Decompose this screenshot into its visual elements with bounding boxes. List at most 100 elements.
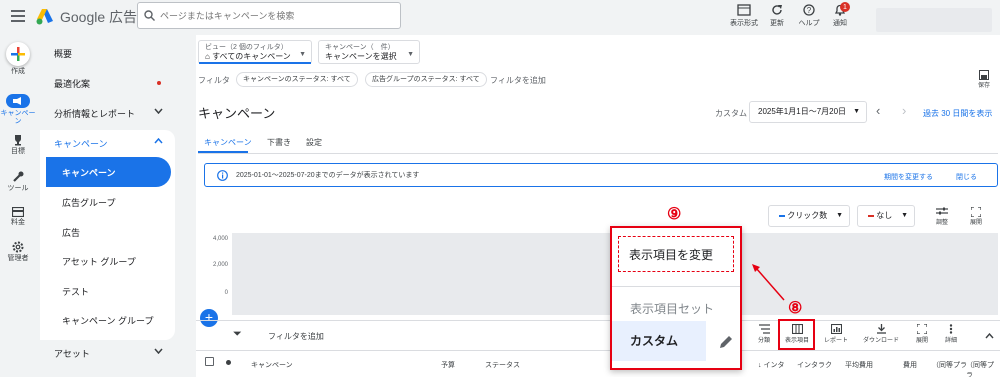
- nav-experiments-label: テスト: [62, 286, 90, 297]
- select-all-checkbox[interactable]: [205, 357, 214, 366]
- nav-campaigns[interactable]: キャンペーン: [46, 157, 171, 187]
- nav-ads-label: 広告: [62, 227, 81, 238]
- filter-funnel-icon[interactable]: ⏷: [233, 328, 242, 341]
- nav-campaigns-label: キャンペーン: [62, 167, 116, 178]
- sliders-icon: [936, 207, 948, 215]
- chart-adjust-button[interactable]: 調整: [928, 207, 956, 226]
- toolbar-divider: [196, 320, 1000, 321]
- dropdown-arrow-icon: ▼: [901, 212, 908, 219]
- rail-admin[interactable]: 管理者: [0, 241, 36, 263]
- nav-campaign-groups-label: キャンペーン グループ: [62, 315, 154, 326]
- metric1-dropdown[interactable]: クリック数 ▼: [768, 205, 850, 227]
- next-period-icon[interactable]: ›: [902, 103, 906, 118]
- chevron-down-icon: [154, 108, 163, 114]
- nav-overview[interactable]: 概要: [40, 38, 173, 68]
- more-label: 詳細: [944, 338, 957, 344]
- chevron-down-icon: [154, 348, 163, 354]
- nav-ads[interactable]: 広告: [40, 217, 173, 247]
- date-custom-label: カスタム: [715, 109, 747, 118]
- rail-campaigns[interactable]: キャンペーン: [0, 94, 36, 126]
- nav-campaign-groups[interactable]: キャンペーン グループ: [40, 305, 173, 335]
- col-budget[interactable]: 予算: [441, 360, 455, 370]
- search-input[interactable]: [160, 10, 390, 21]
- more-button[interactable]: 詳細: [932, 324, 970, 344]
- column-sets-heading: 表示項目セット: [630, 302, 715, 316]
- nav-recommendations[interactable]: 最適化案: [40, 68, 173, 98]
- page-title: キャンペーン: [198, 106, 276, 121]
- date-range-value: 2025年1月1日〜7月20日: [758, 107, 847, 116]
- rail-admin-label: 管理者: [7, 255, 29, 262]
- banner-close-link[interactable]: 閉じる: [956, 172, 977, 182]
- y-tick-label: 2,000: [212, 262, 228, 268]
- campaign-selector-label: キャンペーン（ 件）: [325, 44, 395, 51]
- filter-chip-campaign-status[interactable]: キャンペーンのステータス: すべて: [236, 72, 358, 87]
- status-dot-icon: [226, 360, 231, 365]
- collapse-up-icon[interactable]: [985, 333, 994, 339]
- custom-column-set-option[interactable]: カスタム: [612, 321, 706, 361]
- refresh-label: 更新: [770, 20, 784, 27]
- add-filter-link[interactable]: フィルタを追加: [490, 75, 546, 86]
- campaign-selector[interactable]: キャンペーン（ 件） キャンペーンを選択 ▼: [318, 40, 420, 64]
- change-period-link[interactable]: 期間を変更する: [884, 172, 933, 182]
- tab-drafts[interactable]: 下書き: [267, 137, 291, 148]
- annotation-arrow: [752, 264, 785, 301]
- rail-create[interactable]: 作成: [0, 42, 36, 76]
- billing-icon: [12, 207, 24, 217]
- rail-tools[interactable]: ツール: [0, 171, 36, 193]
- rail-goals[interactable]: 目標: [0, 134, 36, 156]
- view-underline: [199, 62, 311, 64]
- table-add-filter[interactable]: フィルタを追加: [268, 331, 324, 342]
- svg-text:?: ?: [807, 6, 812, 15]
- col-platform-2[interactable]: （同等プラ: [966, 360, 1000, 377]
- last-30-days-link[interactable]: 過去 30 日間を表示: [923, 108, 992, 119]
- info-banner: 2025-01-01～2025-07-20までのデータが表示されています: [204, 163, 998, 187]
- filter-chip-adgroup-status[interactable]: 広告グループのステータス: すべて: [365, 72, 487, 87]
- nav-insights[interactable]: 分析情報とレポート: [40, 98, 173, 128]
- col-campaign[interactable]: キャンペーン: [251, 360, 293, 370]
- pencil-icon[interactable]: [718, 334, 734, 350]
- change-columns-label: 表示項目を変更: [629, 247, 714, 262]
- col-status[interactable]: ステータス: [485, 360, 520, 370]
- col-avg-cost[interactable]: 平均費用: [845, 360, 873, 370]
- ads-logo-icon: [36, 9, 53, 25]
- rail-billing[interactable]: 料金: [0, 207, 36, 227]
- nav-ad-groups[interactable]: 広告グループ: [40, 187, 173, 217]
- chart-expand-button[interactable]: 展開: [962, 207, 990, 226]
- save-button[interactable]: 保存: [978, 70, 990, 89]
- trophy-icon: [15, 135, 21, 146]
- metric2-dropdown[interactable]: なし ▼: [857, 205, 915, 227]
- col-platform-1[interactable]: （同等プラ: [932, 360, 967, 370]
- menu-icon[interactable]: [11, 10, 25, 22]
- col-cost[interactable]: 費用: [903, 360, 917, 370]
- nav-overview-label: 概要: [54, 48, 73, 59]
- save-label: 保存: [978, 83, 991, 89]
- expand-icon: [971, 207, 981, 217]
- search-box[interactable]: [137, 2, 401, 29]
- reports-button[interactable]: レポート: [817, 324, 855, 344]
- view-selector[interactable]: ビュー（2 個のフィルタ） ⌂ すべてのキャンペーン ▼: [198, 40, 312, 64]
- date-range-picker[interactable]: 2025年1月1日〜7月20日 ▼: [749, 101, 867, 123]
- chart-adjust-label: 調整: [935, 220, 948, 226]
- google-ads-logo[interactable]: Google 広告: [36, 7, 137, 27]
- rail-campaigns-label: キャンペーン: [0, 110, 36, 125]
- tab-settings[interactable]: 設定: [306, 137, 322, 148]
- download-icon: [876, 324, 886, 334]
- dropdown-arrow-icon: ▼: [407, 51, 414, 58]
- change-columns-option[interactable]: 表示項目を変更: [618, 236, 734, 272]
- campaign-icon: [6, 94, 30, 108]
- step-8-marker: ⑧: [788, 300, 803, 317]
- nav-asset-groups[interactable]: アセット グループ: [40, 246, 173, 276]
- download-button[interactable]: ダウンロード: [862, 324, 900, 344]
- col-interactions-sorted[interactable]: ↓ インタ: [758, 360, 784, 370]
- nav-experiments[interactable]: テスト: [40, 276, 173, 306]
- add-campaign-button[interactable]: +: [200, 309, 218, 327]
- notification-badge: 1: [840, 2, 850, 12]
- account-selector[interactable]: [876, 8, 992, 32]
- tab-campaigns[interactable]: キャンペーン: [204, 137, 252, 148]
- notification-button[interactable]: 1 通知: [820, 2, 860, 28]
- prev-period-icon[interactable]: ‹: [876, 103, 880, 118]
- col-interaction-rate[interactable]: インタラク: [797, 360, 832, 370]
- rail-billing-label: 料金: [11, 219, 25, 226]
- nav-campaigns-section[interactable]: キャンペーン: [40, 128, 173, 158]
- nav-assets[interactable]: アセット: [40, 338, 173, 368]
